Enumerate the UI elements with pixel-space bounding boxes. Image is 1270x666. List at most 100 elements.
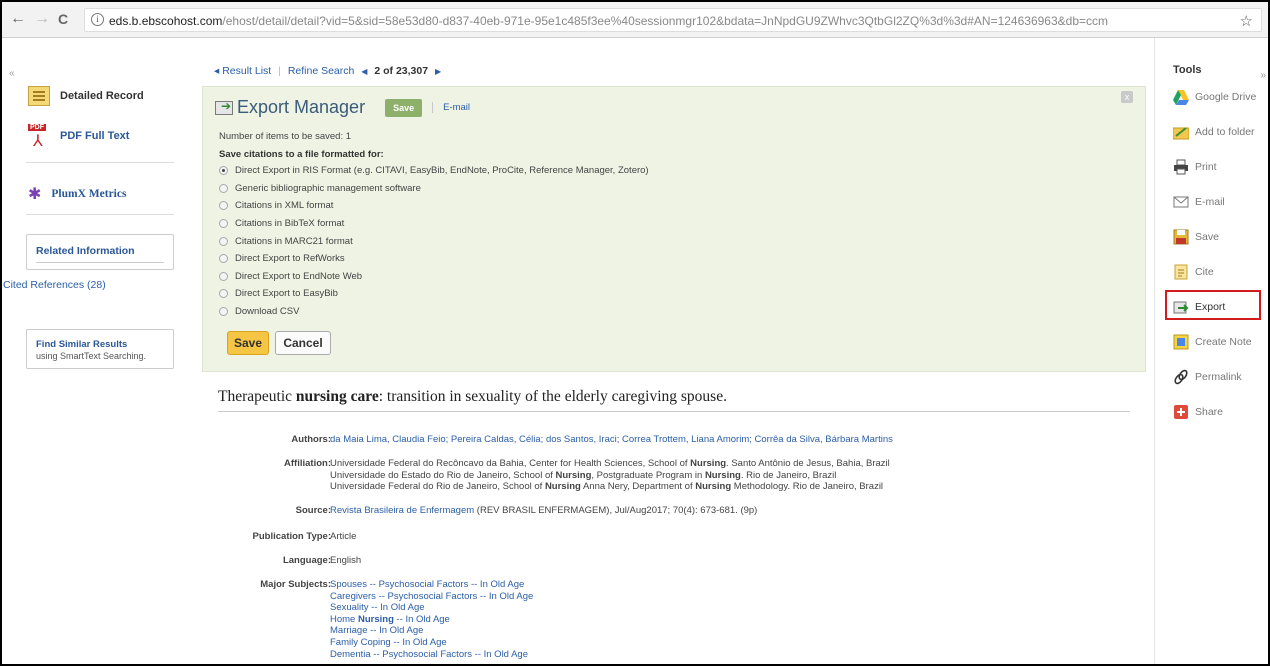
radio-button[interactable] bbox=[219, 236, 228, 246]
radio-button[interactable] bbox=[219, 219, 228, 229]
tool-share[interactable]: Share bbox=[1173, 404, 1223, 420]
tool-save[interactable]: Save bbox=[1173, 229, 1219, 245]
tool-create-note[interactable]: Create Note bbox=[1173, 334, 1252, 350]
format-option-label: Citations in XML format bbox=[235, 200, 334, 212]
tool-export[interactable]: Export bbox=[1173, 299, 1225, 315]
format-option-label: Download CSV bbox=[235, 306, 300, 318]
result-list-link[interactable]: ◂ Result List bbox=[214, 65, 271, 77]
plumx-metrics-link[interactable]: ✱ PlumX Metrics bbox=[28, 184, 126, 204]
radio-button[interactable] bbox=[219, 183, 228, 193]
authors-value[interactable]: da Maia Lima, Claudia Feio; Pereira Cald… bbox=[330, 434, 893, 446]
tools-sidebar: Tools » Google Drive Add to folder Print… bbox=[1154, 38, 1268, 664]
main-content: ◂ Result List | Refine Search ◀ 2 of 23,… bbox=[202, 38, 1148, 664]
email-icon bbox=[1173, 196, 1189, 208]
save-button[interactable]: Save bbox=[227, 331, 269, 355]
left-divider bbox=[26, 162, 174, 163]
tool-cite[interactable]: Cite bbox=[1173, 264, 1214, 280]
format-option[interactable]: Citations in XML format bbox=[219, 197, 649, 215]
forward-icon[interactable]: → bbox=[34, 11, 50, 27]
radio-button[interactable] bbox=[219, 166, 228, 176]
url-path: /ehost/detail/detail?vid=5&sid=58e53d80-… bbox=[222, 14, 1109, 28]
export-icon bbox=[1173, 301, 1189, 314]
breadcrumb: ◂ Result List | Refine Search ◀ 2 of 23,… bbox=[214, 65, 445, 77]
tool-create-note-label: Create Note bbox=[1195, 336, 1252, 348]
tool-email[interactable]: E-mail bbox=[1173, 194, 1225, 210]
format-option[interactable]: Citations in BibTeX format bbox=[219, 215, 649, 233]
site-info-icon[interactable]: i bbox=[91, 13, 104, 26]
cite-icon bbox=[1174, 264, 1188, 280]
pdf-icon: PDF ⅄ bbox=[28, 124, 50, 150]
bookmark-star-icon[interactable]: ☆ bbox=[1240, 12, 1253, 30]
subject-link[interactable]: Marriage -- In Old Age bbox=[330, 625, 533, 637]
folder-icon bbox=[1173, 127, 1189, 140]
find-similar-heading[interactable]: Find Similar Results bbox=[36, 339, 127, 350]
google-drive-icon bbox=[1173, 90, 1189, 105]
address-bar[interactable]: i eds.b.ebscohost.com/ehost/detail/detai… bbox=[84, 8, 1262, 32]
subject-link[interactable]: Spouses -- Psychosocial Factors -- In Ol… bbox=[330, 579, 533, 591]
refine-search-link[interactable]: Refine Search bbox=[288, 65, 355, 77]
browser-toolbar: ← → C i eds.b.ebscohost.com/ehost/detail… bbox=[2, 2, 1268, 38]
subject-link[interactable]: Sexuality -- In Old Age bbox=[330, 602, 533, 614]
collapse-left-icon[interactable]: « bbox=[9, 68, 15, 79]
prev-record-icon[interactable]: ◀ bbox=[361, 67, 367, 76]
subject-link[interactable]: Caregivers -- Psychosocial Factors -- In… bbox=[330, 591, 533, 603]
radio-button[interactable] bbox=[219, 307, 228, 317]
format-option-label: Direct Export in RIS Format (e.g. CITAVI… bbox=[235, 165, 649, 177]
format-option-label: Direct Export to RefWorks bbox=[235, 253, 345, 265]
record-total: of 23,307 bbox=[383, 65, 429, 77]
collapse-right-icon[interactable]: » bbox=[1260, 70, 1266, 81]
note-icon bbox=[1173, 334, 1189, 350]
find-similar-box[interactable]: Find Similar Results using SmartText Sea… bbox=[26, 329, 174, 369]
format-option-label: Direct Export to EasyBib bbox=[235, 288, 338, 300]
subject-link[interactable]: Dementia -- Psychosocial Factors -- In O… bbox=[330, 649, 533, 661]
radio-button[interactable] bbox=[219, 289, 228, 299]
subject-link[interactable]: Family Coping -- In Old Age bbox=[330, 637, 533, 649]
format-option[interactable]: Direct Export in RIS Format (e.g. CITAVI… bbox=[219, 162, 649, 180]
publication-type-value: Article bbox=[330, 531, 357, 542]
tool-add-to-folder[interactable]: Add to folder bbox=[1173, 124, 1255, 140]
affiliation-line: Universidade Federal do Rio de Janeiro, … bbox=[330, 481, 884, 493]
pdf-full-text-link[interactable]: PDF ⅄ PDF Full Text bbox=[28, 124, 130, 150]
pdf-full-text-label: PDF Full Text bbox=[60, 130, 130, 142]
url-text: eds.b.ebscohost.com/ehost/detail/detail?… bbox=[109, 14, 1108, 28]
pdf-tag: PDF bbox=[28, 124, 46, 131]
major-subjects-value: Spouses -- Psychosocial Factors -- In Ol… bbox=[330, 579, 533, 660]
format-option[interactable]: Direct Export to EndNote Web bbox=[219, 268, 649, 286]
tool-google-drive-label: Google Drive bbox=[1195, 91, 1257, 103]
next-record-icon[interactable]: ▶ bbox=[435, 67, 441, 76]
smarttext-caption: using SmartText Searching. bbox=[36, 351, 147, 361]
close-icon[interactable]: x bbox=[1121, 91, 1133, 103]
format-option-label: Direct Export to EndNote Web bbox=[235, 270, 363, 282]
tool-print[interactable]: Print bbox=[1173, 159, 1217, 175]
tool-google-drive[interactable]: Google Drive bbox=[1173, 89, 1256, 105]
save-tab[interactable]: Save bbox=[385, 98, 423, 117]
format-option[interactable]: Direct Export to RefWorks bbox=[219, 250, 649, 268]
format-option-label: Citations in MARC21 format bbox=[235, 235, 353, 247]
acrobat-icon: ⅄ bbox=[33, 133, 43, 150]
format-option[interactable]: Generic bibliographic management softwar… bbox=[219, 180, 649, 198]
radio-button[interactable] bbox=[219, 254, 228, 264]
format-option[interactable]: Citations in MARC21 format bbox=[219, 232, 649, 250]
format-option[interactable]: Download CSV bbox=[219, 303, 649, 321]
cited-references-link[interactable]: Cited References (28) bbox=[3, 279, 106, 291]
cancel-button[interactable]: Cancel bbox=[275, 331, 331, 355]
detailed-record-label: Detailed Record bbox=[60, 90, 144, 102]
email-tab[interactable]: E-mail bbox=[432, 102, 470, 113]
subject-link[interactable]: Home Nursing -- In Old Age bbox=[330, 614, 533, 626]
radio-button[interactable] bbox=[219, 271, 228, 281]
tool-permalink[interactable]: Permalink bbox=[1173, 369, 1242, 385]
source-journal-link[interactable]: Revista Brasileira de Enfermagem bbox=[330, 505, 474, 516]
related-information-heading: Related Information bbox=[36, 245, 135, 257]
plumx-label: PlumX Metrics bbox=[51, 188, 127, 200]
reload-icon[interactable]: C bbox=[58, 11, 68, 27]
radio-button[interactable] bbox=[219, 201, 228, 211]
format-option[interactable]: Direct Export to EasyBib bbox=[219, 285, 649, 303]
format-option-label: Citations in BibTeX format bbox=[235, 218, 345, 230]
detailed-record-link[interactable]: Detailed Record bbox=[28, 86, 144, 106]
tool-permalink-label: Permalink bbox=[1195, 371, 1242, 383]
tools-heading: Tools bbox=[1173, 64, 1202, 76]
publication-type-label: Publication Type: bbox=[252, 531, 331, 542]
items-count-text: Number of items to be saved: 1 bbox=[219, 131, 352, 142]
back-icon[interactable]: ← bbox=[10, 11, 26, 27]
link-icon bbox=[1174, 369, 1188, 385]
